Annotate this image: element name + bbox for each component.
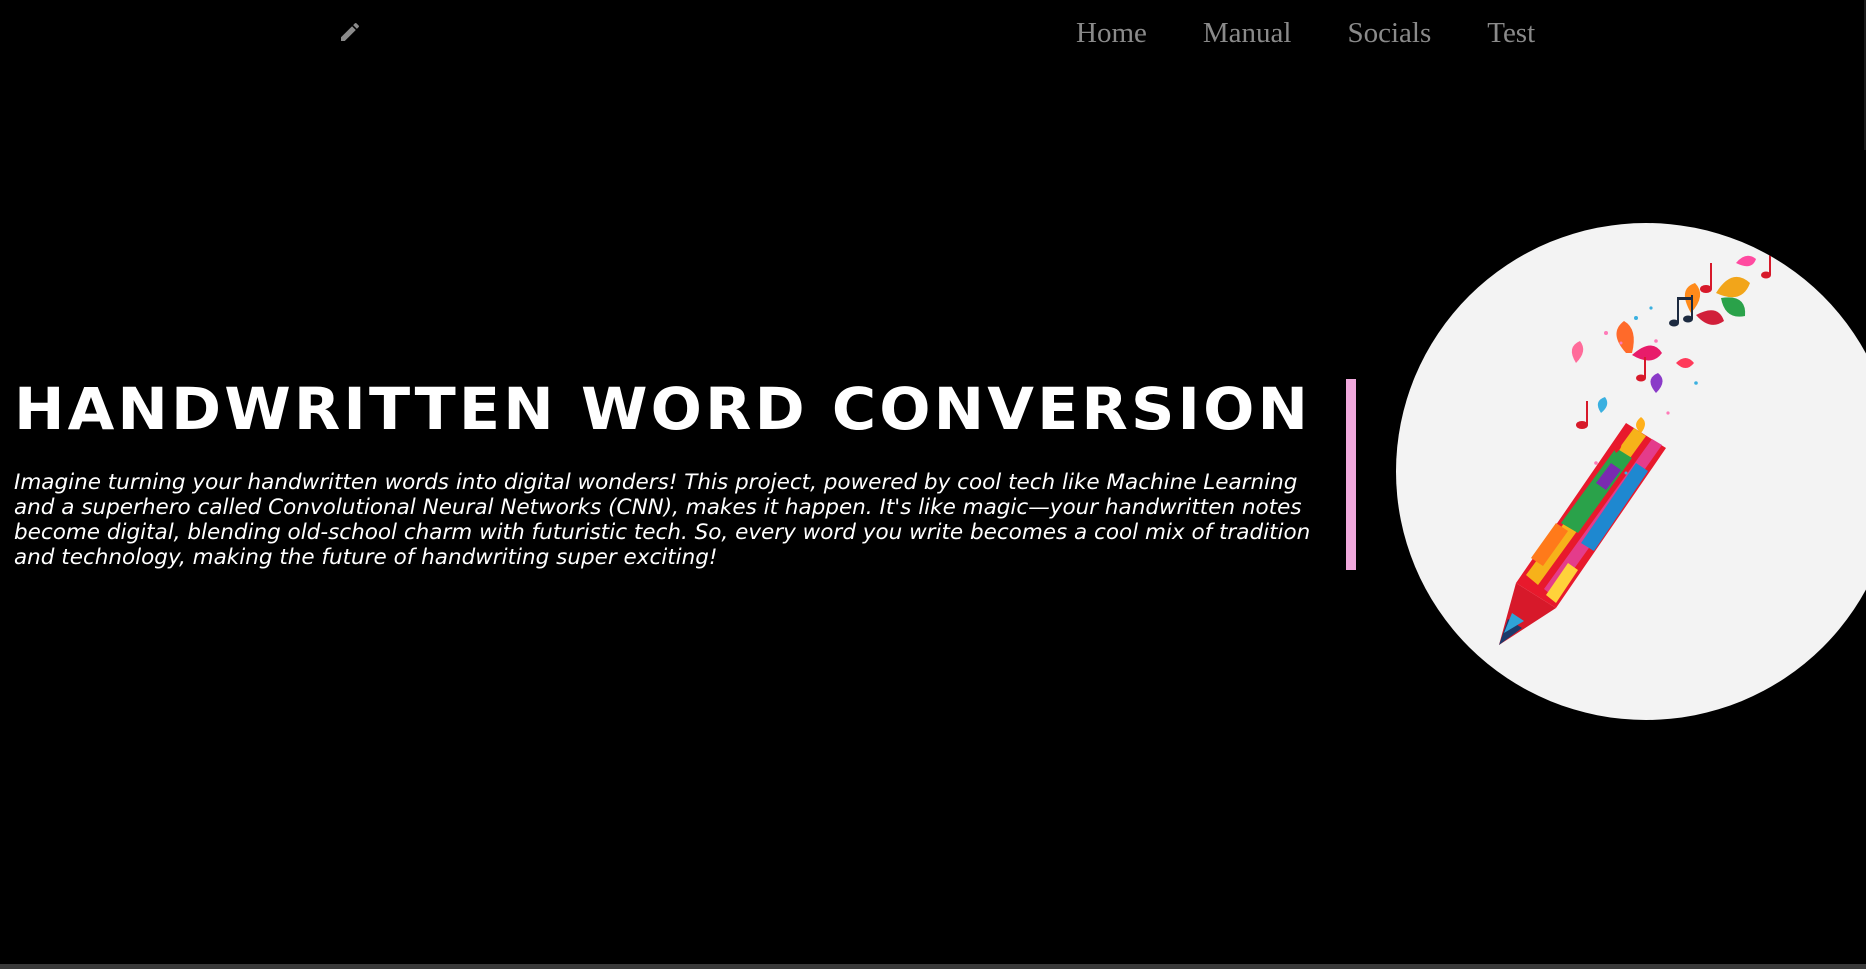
- pencil-icon[interactable]: [336, 18, 364, 46]
- hero-section: HANDWRITTEN WORD CONVERSION Imagine turn…: [14, 378, 1334, 570]
- nav-test-link[interactable]: Test: [1487, 17, 1535, 50]
- hero-title: HANDWRITTEN WORD CONVERSION: [14, 375, 1312, 443]
- hero-illustration: [1396, 223, 1866, 720]
- nav-socials-link[interactable]: Socials: [1347, 17, 1431, 50]
- top-nav: Home Manual Socials Test: [1060, 12, 1591, 54]
- colorful-pencil-icon: [1499, 255, 1771, 645]
- nav-home-link[interactable]: Home: [1076, 17, 1147, 50]
- bottom-scrollbar[interactable]: [0, 964, 1866, 969]
- page: Home Manual Socials Test HANDWRITTEN WOR…: [0, 0, 1866, 969]
- nav-manual-link[interactable]: Manual: [1203, 17, 1292, 50]
- hero-description: Imagine turning your handwritten words i…: [14, 470, 1311, 570]
- hero-divider: [1346, 379, 1356, 570]
